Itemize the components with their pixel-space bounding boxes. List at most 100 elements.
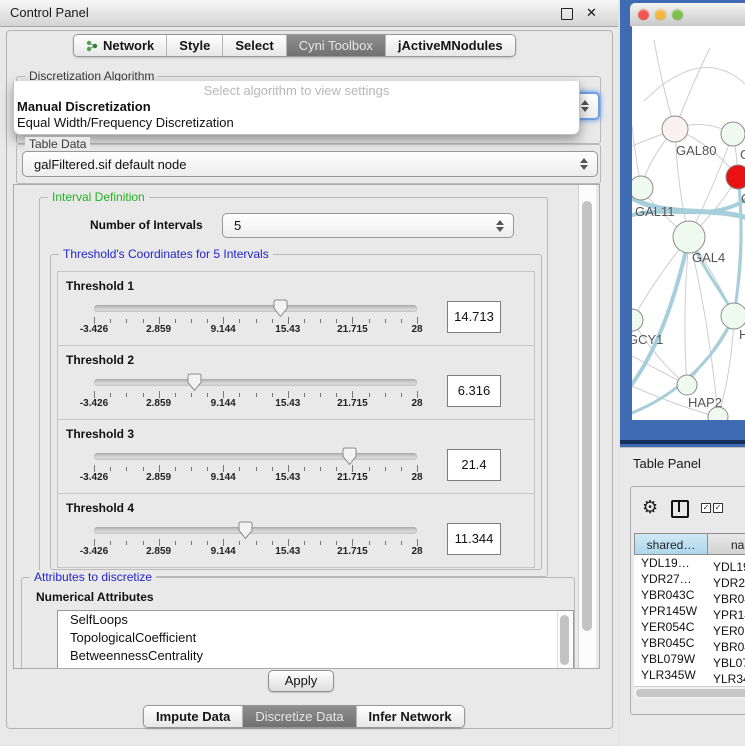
threshold-1-slider-handle[interactable] bbox=[273, 299, 288, 318]
table-row[interactable]: YPR145WYPR145W bbox=[634, 603, 745, 619]
tick-mark bbox=[385, 541, 386, 545]
table-data-title: Table Data bbox=[25, 137, 90, 151]
tick-mark bbox=[369, 541, 370, 545]
attribute-list-item[interactable]: SelfLoops bbox=[58, 611, 573, 629]
scrollbar-thumb[interactable] bbox=[560, 615, 569, 665]
column-header-shared-name[interactable]: shared… bbox=[634, 533, 708, 555]
tick-mark bbox=[126, 393, 127, 397]
tick-label: -3.426 bbox=[72, 324, 116, 335]
tick-mark bbox=[272, 467, 273, 471]
tab-select[interactable]: Select bbox=[222, 35, 285, 56]
threshold-4-value-field[interactable]: 11.344 bbox=[447, 523, 501, 555]
number-of-intervals-combobox[interactable]: 5 bbox=[222, 213, 514, 238]
threshold-panel-4: Threshold 4-3.4262.8599.14415.4321.71528… bbox=[57, 493, 535, 568]
tick-mark bbox=[175, 319, 176, 323]
network-node-c[interactable] bbox=[726, 165, 745, 189]
tick-mark bbox=[336, 319, 337, 323]
tick-mark bbox=[272, 541, 273, 545]
tick-mark bbox=[369, 319, 370, 323]
threshold-label: Threshold 1 bbox=[66, 279, 134, 293]
tick-mark bbox=[207, 467, 208, 471]
tab-label: Cyni Toolbox bbox=[299, 35, 373, 56]
table-row[interactable]: YBL079WYBL079W bbox=[634, 651, 745, 667]
network-node-h[interactable] bbox=[721, 303, 745, 329]
threshold-label: Threshold 3 bbox=[66, 427, 134, 441]
control-panel: Control Panel ✕ NetworkStyleSelectCyni T… bbox=[0, 0, 618, 745]
table-data-combobox[interactable]: galFiltered.sif default node bbox=[22, 151, 598, 177]
threshold-3-value-field[interactable]: 21.4 bbox=[447, 449, 501, 481]
select-columns-icon[interactable]: ✓ ✓ bbox=[701, 503, 723, 513]
cell-shared-name: YER054C bbox=[634, 619, 707, 635]
float-window-icon[interactable] bbox=[561, 8, 573, 20]
table-row[interactable]: YDL19…YDL19… bbox=[634, 555, 745, 571]
table-panel-body: ⚙ ✓ ✓ shared… name YDL19…YDL19…YDR27…YDR… bbox=[630, 486, 745, 715]
table-row[interactable]: YDR27…YDR27… bbox=[634, 571, 745, 587]
tick-mark bbox=[143, 467, 144, 471]
tab-discretize-data[interactable]: Discretize Data bbox=[242, 706, 355, 727]
network-node-gcy1[interactable] bbox=[632, 309, 643, 331]
tick-mark bbox=[320, 467, 321, 471]
threshold-2-value-field[interactable]: 6.316 bbox=[447, 375, 501, 407]
network-node-gal80[interactable] bbox=[662, 116, 688, 142]
tick-mark bbox=[175, 467, 176, 471]
network-node-hap2[interactable] bbox=[677, 375, 697, 395]
list-scrollbar[interactable] bbox=[557, 612, 572, 669]
table-row[interactable]: YLR345WYLR345W bbox=[634, 667, 745, 683]
threshold-1-slider-track[interactable] bbox=[94, 305, 417, 312]
threshold-1-value-field[interactable]: 14.713 bbox=[447, 301, 501, 333]
threshold-4-slider-handle[interactable] bbox=[238, 521, 253, 540]
attribute-list-item[interactable]: BetweennessCentrality bbox=[58, 647, 573, 665]
settings-gear-icon[interactable]: ⚙ bbox=[642, 498, 658, 516]
tick-mark bbox=[336, 393, 337, 397]
panel-scrollbar[interactable] bbox=[578, 185, 596, 668]
tab-cyni-toolbox[interactable]: Cyni Toolbox bbox=[286, 35, 385, 56]
scrollbar-thumb[interactable] bbox=[636, 689, 745, 697]
tick-mark bbox=[223, 391, 224, 398]
table-row[interactable]: YBR045CYBR045C bbox=[634, 635, 745, 651]
network-canvas[interactable]: GAL80GCGAL11GAL4GCY1HHAP2 bbox=[632, 26, 745, 420]
split-panel-icon[interactable] bbox=[671, 500, 689, 518]
tick-mark bbox=[175, 541, 176, 545]
tab-network[interactable]: Network bbox=[74, 35, 166, 56]
tick-mark bbox=[304, 319, 305, 323]
minimize-traffic-light-icon[interactable] bbox=[655, 9, 666, 20]
table-row[interactable]: YBR043CYBR043C bbox=[634, 587, 745, 603]
tick-label: 9.144 bbox=[201, 324, 245, 335]
node-label: H bbox=[739, 327, 745, 342]
threshold-3-slider-track[interactable] bbox=[94, 453, 417, 460]
apply-button[interactable]: Apply bbox=[268, 670, 334, 692]
threshold-2-slider-handle[interactable] bbox=[187, 373, 202, 392]
network-node-gal11[interactable] bbox=[632, 176, 653, 200]
tab-infer-network[interactable]: Infer Network bbox=[356, 706, 464, 727]
threshold-3-slider-handle[interactable] bbox=[342, 447, 357, 466]
tab-style[interactable]: Style bbox=[166, 35, 222, 56]
dropdown-option[interactable]: Manual Discretization bbox=[14, 99, 579, 115]
network-node-g[interactable] bbox=[721, 122, 745, 146]
scrollbar-thumb[interactable] bbox=[582, 201, 592, 631]
threshold-4-slider-track[interactable] bbox=[94, 527, 417, 534]
attribute-list-item[interactable]: TopologicalCoefficient bbox=[58, 629, 573, 647]
tab-impute-data[interactable]: Impute Data bbox=[144, 706, 242, 727]
network-node-gal4[interactable] bbox=[673, 221, 705, 253]
dropdown-option[interactable]: Equal Width/Frequency Discretization bbox=[14, 115, 579, 131]
cell-shared-name: YBR045C bbox=[634, 635, 707, 651]
close-traffic-light-icon[interactable] bbox=[638, 9, 649, 20]
table-panel-title: Table Panel bbox=[633, 456, 701, 471]
tick-label: 2.859 bbox=[137, 472, 181, 483]
column-header-name[interactable]: name bbox=[707, 533, 745, 555]
tab-jactivemnodules[interactable]: jActiveMNodules bbox=[385, 35, 515, 56]
tick-mark bbox=[288, 391, 289, 398]
table-horizontal-scrollbar[interactable] bbox=[634, 686, 745, 699]
tick-mark bbox=[126, 467, 127, 471]
table-row[interactable]: YER054CYER054C bbox=[634, 619, 745, 635]
tab-label: Style bbox=[179, 35, 210, 56]
attributes-listbox[interactable]: SelfLoopsTopologicalCoefficientBetweenne… bbox=[57, 610, 574, 669]
tick-mark bbox=[385, 319, 386, 323]
close-icon[interactable]: ✕ bbox=[586, 4, 597, 22]
number-of-intervals-label: Number of Intervals bbox=[90, 218, 203, 232]
tick-mark bbox=[94, 539, 95, 546]
threshold-2-slider-track[interactable] bbox=[94, 379, 417, 386]
tick-mark bbox=[191, 541, 192, 545]
zoom-traffic-light-icon[interactable] bbox=[672, 9, 683, 20]
tab-label: jActiveMNodules bbox=[398, 35, 503, 56]
